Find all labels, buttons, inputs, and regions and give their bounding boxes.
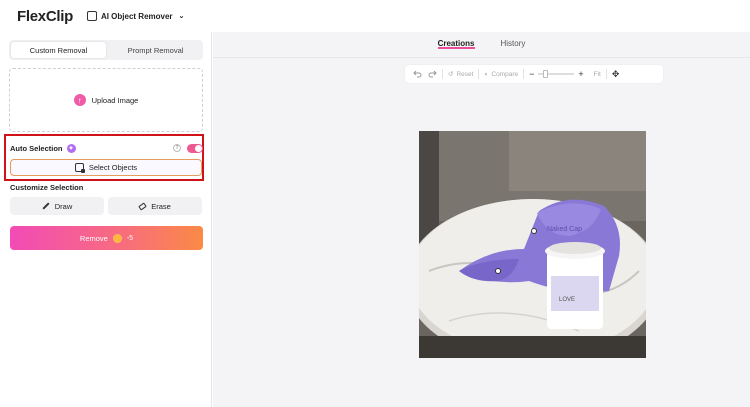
canvas-panel: Creations History ↺ Reset ◐ Compare − + … <box>213 32 750 407</box>
flexclip-logo[interactable]: FlexClip <box>17 8 73 25</box>
erase-button[interactable]: Erase <box>108 197 202 215</box>
svg-text:LOVE: LOVE <box>559 297 575 303</box>
draw-button[interactable]: Draw <box>10 197 104 215</box>
credit-cost: -5 <box>126 234 134 242</box>
left-panel: Custom Removal Prompt Removal ↑ Upload I… <box>0 32 212 407</box>
compare-icon: ◐ <box>484 70 489 78</box>
auto-selection-toggle[interactable] <box>187 143 203 153</box>
divider <box>605 69 607 79</box>
reset-label: Reset <box>456 70 474 78</box>
divider <box>442 69 443 79</box>
remove-button[interactable]: Remove -5 <box>10 226 203 250</box>
compare-button[interactable]: ◐ Compare <box>484 71 518 78</box>
selection-point[interactable] <box>495 268 501 274</box>
zoom-slider[interactable] <box>538 70 575 78</box>
auto-selection-label: Auto Selection <box>10 143 63 153</box>
tab-history[interactable]: History <box>501 32 526 56</box>
compare-label: Compare <box>491 70 519 78</box>
zoom-in-icon[interactable]: + <box>578 69 583 79</box>
tool-selector[interactable]: AI Object Remover ⌄ <box>83 8 188 24</box>
photo-illustration: Naked Cap LOVE <box>419 131 646 358</box>
logo-text: FlexClip <box>17 7 73 25</box>
upload-image-area[interactable]: ↑ Upload Image <box>9 68 203 132</box>
customize-selection-label: Customize Selection <box>10 183 84 192</box>
divider <box>523 69 525 79</box>
remove-label: Remove <box>79 233 108 243</box>
magic-icon: ✦ <box>66 143 76 153</box>
chevron-down-icon: ⌄ <box>178 13 185 20</box>
zoom-out-icon[interactable]: − <box>529 69 534 79</box>
tab-creations[interactable]: Creations <box>437 32 475 49</box>
auto-selection-row: Auto Selection ✦ ? <box>10 140 203 156</box>
eraser-icon <box>138 201 148 211</box>
canvas-toolbar: ↺ Reset ◐ Compare − + Fit ✥ <box>405 65 663 83</box>
erase-label: Erase <box>151 201 171 211</box>
select-objects-label: Select Objects <box>88 163 138 172</box>
draw-label: Draw <box>54 201 73 211</box>
tool-name: AI Object Remover <box>100 11 173 21</box>
uploaded-image[interactable]: Naked Cap LOVE <box>419 131 646 358</box>
tab-custom-removal[interactable]: Custom Removal <box>11 42 106 58</box>
undo-icon[interactable] <box>413 70 422 78</box>
removal-mode-tabs: Custom Removal Prompt Removal <box>9 40 203 60</box>
selection-point[interactable] <box>531 228 537 234</box>
select-objects-icon <box>74 163 85 173</box>
move-icon[interactable]: ✥ <box>612 69 620 80</box>
redo-icon[interactable] <box>428 70 437 78</box>
top-bar: FlexClip AI Object Remover ⌄ <box>0 0 750 32</box>
tab-prompt-removal[interactable]: Prompt Removal <box>108 40 203 60</box>
upload-icon: ↑ <box>73 94 86 106</box>
divider <box>213 57 750 58</box>
select-objects-button[interactable]: Select Objects <box>10 159 202 176</box>
zoom-slider-knob[interactable] <box>543 70 549 78</box>
help-icon[interactable]: ? <box>173 144 181 152</box>
svg-text:Naked Cap: Naked Cap <box>547 226 582 233</box>
coin-icon <box>112 233 122 243</box>
result-tabs: Creations History <box>213 32 750 56</box>
reset-icon: ↺ <box>448 71 454 78</box>
ai-object-remover-icon <box>86 11 97 21</box>
divider <box>478 69 480 79</box>
pencil-icon <box>42 202 50 210</box>
upload-label: Upload Image <box>91 95 139 105</box>
reset-button[interactable]: ↺ Reset <box>448 70 474 79</box>
fit-button[interactable]: Fit <box>594 71 601 78</box>
